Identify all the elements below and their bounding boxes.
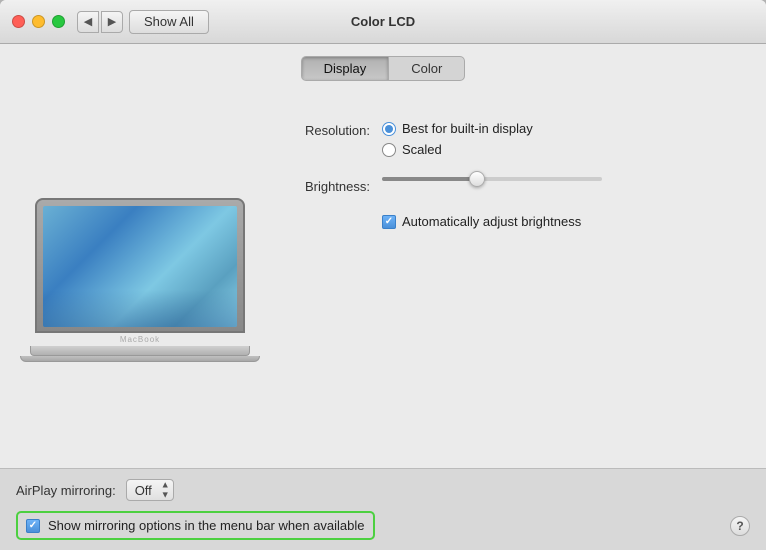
close-button[interactable]: [12, 15, 25, 28]
brightness-slider-track[interactable]: [382, 177, 602, 181]
settings-panel: Resolution: Best for built-in display Sc…: [280, 101, 736, 458]
resolution-scaled-label: Scaled: [402, 142, 442, 157]
mirroring-row: ✓ Show mirroring options in the menu bar…: [16, 511, 375, 540]
main-window: ◀ ▶ Show All Color LCD Display Color Mac…: [0, 0, 766, 550]
bottom-bar: AirPlay mirroring: Off On ▲ ▼ ✓ Show mir…: [0, 468, 766, 550]
help-button[interactable]: ?: [730, 516, 750, 536]
resolution-scaled-radio[interactable]: [382, 143, 396, 157]
tabs-area: Display Color: [0, 44, 766, 91]
mirroring-label: Show mirroring options in the menu bar w…: [48, 518, 365, 533]
brightness-label: Brightness:: [280, 177, 370, 194]
resolution-best-radio[interactable]: [382, 122, 396, 136]
resolution-row: Resolution: Best for built-in display Sc…: [280, 121, 736, 157]
mirroring-checkmark-icon: ✓: [29, 521, 37, 531]
auto-brightness-label: Automatically adjust brightness: [402, 214, 581, 229]
auto-brightness-option[interactable]: ✓ Automatically adjust brightness: [382, 214, 581, 229]
titlebar: ◀ ▶ Show All Color LCD: [0, 0, 766, 44]
brightness-slider-thumb[interactable]: [469, 171, 485, 187]
resolution-scaled-option[interactable]: Scaled: [382, 142, 533, 157]
resolution-best-label: Best for built-in display: [402, 121, 533, 136]
maximize-button[interactable]: [52, 15, 65, 28]
bottom-actions: ✓ Show mirroring options in the menu bar…: [16, 511, 750, 540]
tab-group: Display Color: [301, 56, 466, 81]
nav-buttons: ◀ ▶: [77, 11, 123, 33]
auto-brightness-checkbox[interactable]: ✓: [382, 215, 396, 229]
resolution-label: Resolution:: [280, 121, 370, 138]
traffic-lights: [12, 15, 65, 28]
main-content: MacBook Resolution: Best for built-in di…: [0, 91, 766, 468]
laptop-base: [30, 346, 250, 356]
resolution-best-option[interactable]: Best for built-in display: [382, 121, 533, 136]
minimize-button[interactable]: [32, 15, 45, 28]
airplay-select-wrapper[interactable]: Off On ▲ ▼: [126, 479, 174, 501]
auto-brightness-spacer: [280, 214, 370, 216]
checkmark-icon: ✓: [385, 217, 393, 227]
brightness-row: Brightness:: [280, 177, 736, 194]
window-title: Color LCD: [351, 14, 415, 29]
laptop-screen-inner: [43, 206, 237, 327]
auto-brightness-row: ✓ Automatically adjust brightness: [280, 214, 736, 229]
airplay-select[interactable]: Off On: [126, 479, 174, 501]
brightness-slider-container[interactable]: [382, 177, 602, 181]
airplay-row: AirPlay mirroring: Off On ▲ ▼: [16, 479, 750, 501]
airplay-label: AirPlay mirroring:: [16, 483, 116, 498]
show-all-button[interactable]: Show All: [129, 10, 209, 34]
laptop-brand: MacBook: [35, 335, 245, 344]
laptop-illustration: MacBook: [35, 198, 245, 362]
tab-color[interactable]: Color: [389, 57, 464, 80]
laptop-screen-outer: [35, 198, 245, 333]
laptop-area: MacBook: [20, 101, 260, 458]
resolution-radio-group: Best for built-in display Scaled: [382, 121, 533, 157]
laptop-bottom: [20, 356, 260, 362]
forward-button[interactable]: ▶: [101, 11, 123, 33]
mirroring-checkbox[interactable]: ✓: [26, 519, 40, 533]
tab-display[interactable]: Display: [302, 57, 390, 80]
back-button[interactable]: ◀: [77, 11, 99, 33]
